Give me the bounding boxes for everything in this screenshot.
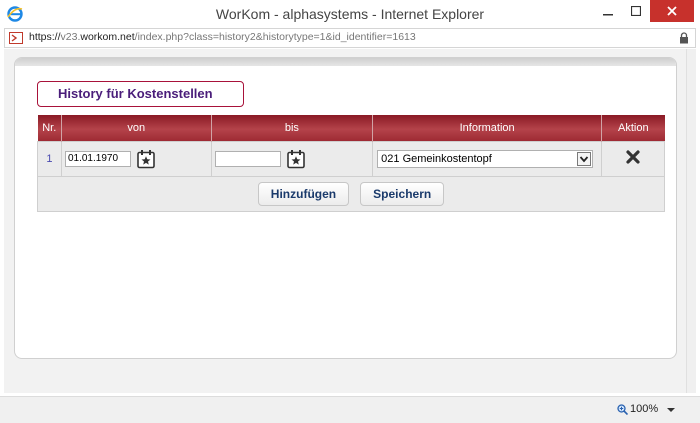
row-number: 1 xyxy=(37,140,62,177)
lock-icon xyxy=(680,32,688,44)
calendar-star-icon[interactable] xyxy=(286,149,306,169)
minimize-button[interactable] xyxy=(594,0,622,22)
bis-cell xyxy=(210,140,374,177)
url-protocol: https:// xyxy=(29,31,61,43)
status-bar: 100% xyxy=(0,396,700,423)
maximize-button[interactable] xyxy=(622,0,650,22)
panel-header-strip xyxy=(15,58,676,66)
url-prefix: v23. xyxy=(60,31,81,43)
zoom-level: 100% xyxy=(630,403,659,415)
bis-date-input[interactable] xyxy=(214,150,281,167)
information-select-value: 021 Gemeinkostentopf xyxy=(381,152,492,165)
zoom-dropdown-arrow[interactable] xyxy=(667,408,675,412)
information-select[interactable]: 021 Gemeinkostentopf xyxy=(377,149,594,168)
table-header-row: Nr. von bis Information Aktion xyxy=(37,115,665,141)
content-panel: History für Kostenstellen Nr. von bis In… xyxy=(14,57,677,359)
table-row: 1 01.01.1970 021 Gemeinkostentopf xyxy=(37,140,665,177)
delete-x-icon[interactable] xyxy=(626,150,640,164)
column-header-information: Information xyxy=(372,115,603,141)
action-cell xyxy=(601,140,665,177)
close-icon xyxy=(667,6,677,16)
information-cell: 021 Gemeinkostentopf xyxy=(372,140,603,177)
calendar-star-icon[interactable] xyxy=(136,149,156,169)
window-titlebar: WorKom - alphasystems - Internet Explore… xyxy=(0,0,700,28)
save-button[interactable]: Speichern xyxy=(360,181,445,206)
chevron-down-icon xyxy=(579,155,589,162)
minimize-icon xyxy=(603,14,613,16)
von-date-input[interactable] xyxy=(64,150,131,167)
url-domain: workom.net xyxy=(80,31,135,43)
column-header-von: von xyxy=(61,115,212,141)
site-icon xyxy=(9,32,23,44)
close-window-button[interactable] xyxy=(650,0,694,22)
url-path: /index.php?class=history2&historytype=1&… xyxy=(134,31,416,43)
history-table: Nr. von bis Information Aktion 1 01.01.1… xyxy=(37,115,665,212)
zoom-icon xyxy=(617,403,628,415)
address-bar[interactable]: https://v23.workom.net/index.php?class=h… xyxy=(4,28,696,48)
column-header-nr: Nr. xyxy=(37,115,62,141)
section-title: History für Kostenstellen xyxy=(37,81,244,107)
maximize-icon xyxy=(631,6,641,16)
column-header-aktion: Aktion xyxy=(601,115,665,141)
button-row: Hinzufügen Speichern xyxy=(37,175,665,212)
dropdown-arrow[interactable] xyxy=(577,151,592,166)
zoom-control[interactable]: 100% xyxy=(617,403,658,415)
column-header-bis: bis xyxy=(211,115,374,141)
add-button[interactable]: Hinzufügen xyxy=(257,181,350,206)
vertical-scrollbar[interactable] xyxy=(686,49,696,393)
button-cell: Hinzufügen Speichern xyxy=(37,175,665,212)
von-cell xyxy=(60,140,212,177)
address-url: https://v23.workom.net/index.php?class=h… xyxy=(29,31,416,43)
page-viewport: History für Kostenstellen Nr. von bis In… xyxy=(4,49,686,393)
